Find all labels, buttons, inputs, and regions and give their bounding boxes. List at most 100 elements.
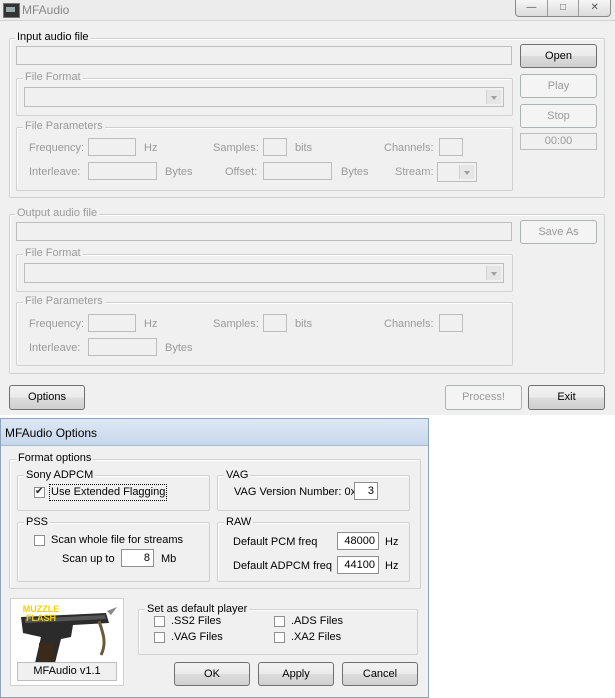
input-audio-label: Input audio file xyxy=(15,31,91,44)
logo-panel: MUZZLE FLASH MFAudio v1.1 xyxy=(10,598,124,686)
main-titlebar[interactable]: MFAudio — □ ✕ xyxy=(0,0,615,21)
output-frequency-label: Frequency: xyxy=(29,318,85,330)
input-channels-field[interactable] xyxy=(439,138,463,156)
pss-group xyxy=(17,522,210,582)
input-samples-field[interactable] xyxy=(263,138,287,156)
caption-buttons: — □ ✕ xyxy=(515,0,611,17)
version-box: MFAudio v1.1 xyxy=(17,662,117,681)
scan-whole-file-label[interactable]: Scan whole file for streams xyxy=(51,534,183,547)
input-hz-unit: Hz xyxy=(144,142,158,154)
vag-checkbox[interactable] xyxy=(154,632,165,643)
maximize-icon[interactable]: □ xyxy=(548,0,580,16)
vag-version-value: 3 xyxy=(367,485,374,497)
process-button[interactable]: Process! xyxy=(445,385,522,410)
pss-label: PSS xyxy=(24,516,51,529)
output-bytes-unit: Bytes xyxy=(165,342,193,354)
output-interleave-field[interactable] xyxy=(88,338,157,356)
xa2-checkbox[interactable] xyxy=(274,632,285,643)
options-button[interactable]: Options xyxy=(9,385,85,410)
logo-text: MUZZLE FLASH xyxy=(22,604,60,623)
input-bits-unit: bits xyxy=(295,142,313,154)
xa2-label[interactable]: .XA2 Files xyxy=(291,631,341,644)
output-hz-unit: Hz xyxy=(144,318,158,330)
minimize-icon[interactable]: — xyxy=(516,0,548,16)
output-bits-unit: bits xyxy=(295,318,313,330)
pcm-freq-label: Default PCM freq xyxy=(233,536,318,548)
ads-label[interactable]: .ADS Files xyxy=(291,615,343,628)
sony-adpcm-label: Sony ADPCM xyxy=(24,469,96,482)
vag-files-label[interactable]: .VAG Files xyxy=(171,631,223,644)
input-interleave-field[interactable] xyxy=(88,162,157,180)
exit-button[interactable]: Exit xyxy=(528,385,605,410)
output-audio-label: Output audio file xyxy=(15,207,100,220)
ok-button[interactable]: OK xyxy=(174,662,250,686)
pcm-hz-unit: Hz xyxy=(385,536,399,548)
pcm-freq-value: 48000 xyxy=(344,535,375,547)
output-format-label: File Format xyxy=(23,247,83,260)
ss2-checkbox[interactable] xyxy=(154,616,165,627)
apply-button[interactable]: Apply xyxy=(258,662,334,686)
vag-version-label: VAG Version Number: 0x xyxy=(234,486,357,498)
extended-flagging-label[interactable]: Use Extended Flagging xyxy=(48,484,168,501)
input-offset-bytes-unit: Bytes xyxy=(341,166,369,178)
play-button[interactable]: Play xyxy=(520,74,597,98)
window-title: MFAudio xyxy=(22,3,70,17)
chevron-down-icon[interactable] xyxy=(486,90,501,104)
raw-label: RAW xyxy=(224,516,254,529)
main-window: MFAudio — □ ✕ Input audio file File Form… xyxy=(0,0,615,415)
input-params-label: File Parameters xyxy=(23,120,105,133)
output-samples-field[interactable] xyxy=(263,314,287,332)
output-samples-label: Samples: xyxy=(213,318,259,330)
output-channels-label: Channels: xyxy=(384,318,434,330)
adpcm-hz-unit: Hz xyxy=(385,560,399,572)
input-samples-label: Samples: xyxy=(213,142,259,154)
input-interleave-label: Interleave: xyxy=(29,166,81,178)
adpcm-freq-label: Default ADPCM freq xyxy=(233,560,333,572)
output-params-label: File Parameters xyxy=(23,295,105,308)
input-bytes-unit: Bytes xyxy=(165,166,193,178)
output-format-combo[interactable] xyxy=(24,263,504,283)
input-frequency-label: Frequency: xyxy=(29,142,85,154)
ads-checkbox[interactable] xyxy=(274,616,285,627)
version-text: MFAudio v1.1 xyxy=(33,665,101,677)
input-format-combo[interactable] xyxy=(24,87,504,107)
scan-unit: Mb xyxy=(161,553,177,565)
input-frequency-field[interactable] xyxy=(88,138,136,156)
options-dialog: MFAudio Options Format options Sony ADPC… xyxy=(0,418,429,698)
cancel-button[interactable]: Cancel xyxy=(342,662,418,686)
ss2-label[interactable]: .SS2 Files xyxy=(171,615,221,628)
app-icon xyxy=(3,3,20,18)
output-interleave-label: Interleave: xyxy=(29,342,81,354)
input-format-label: File Format xyxy=(23,71,83,84)
scan-up-to-label: Scan up to xyxy=(62,553,115,565)
chevron-down-icon[interactable] xyxy=(459,165,474,179)
input-channels-label: Channels: xyxy=(384,142,434,154)
input-offset-field[interactable] xyxy=(263,162,332,180)
pcm-freq-input[interactable]: 48000 xyxy=(337,532,379,550)
options-titlebar[interactable]: MFAudio Options xyxy=(1,419,428,446)
output-params-group xyxy=(16,302,513,366)
adpcm-freq-input[interactable]: 44100 xyxy=(337,556,379,574)
input-stream-label: Stream: xyxy=(395,166,434,178)
input-file-path[interactable] xyxy=(16,46,512,65)
save-as-button[interactable]: Save As xyxy=(520,220,597,244)
options-title: MFAudio Options xyxy=(5,426,98,440)
format-options-label: Format options xyxy=(16,452,94,465)
output-file-path[interactable] xyxy=(16,222,512,241)
extended-flagging-checkbox[interactable] xyxy=(34,485,45,498)
chevron-down-icon[interactable] xyxy=(486,266,501,280)
scan-whole-file-checkbox[interactable] xyxy=(34,535,45,546)
vag-label: VAG xyxy=(224,469,251,482)
vag-version-input[interactable]: 3 xyxy=(354,482,378,500)
input-offset-label: Offset: xyxy=(225,166,258,178)
scan-up-to-value: 8 xyxy=(143,552,150,564)
adpcm-freq-value: 44100 xyxy=(344,559,375,571)
output-channels-field[interactable] xyxy=(439,314,463,332)
scan-up-to-input[interactable]: 8 xyxy=(121,549,154,567)
time-display-text: 00:00 xyxy=(544,135,573,147)
input-stream-combo[interactable] xyxy=(437,162,477,182)
stop-button[interactable]: Stop xyxy=(520,104,597,128)
close-icon[interactable]: ✕ xyxy=(579,0,610,16)
output-frequency-field[interactable] xyxy=(88,314,136,332)
open-button[interactable]: Open xyxy=(520,44,597,68)
